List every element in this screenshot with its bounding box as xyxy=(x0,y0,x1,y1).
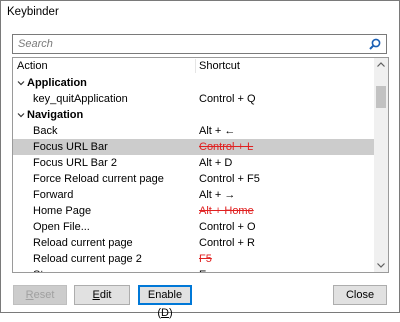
shortcut-conflict: Alt + Home xyxy=(199,205,254,217)
action-name: Force Reload current page xyxy=(33,173,164,185)
reset-mnemonic: R xyxy=(25,289,34,301)
keybinding-row[interactable]: Forward Alt + → xyxy=(13,187,375,203)
keybinding-row[interactable]: Reload current page Control + R xyxy=(13,235,375,251)
search-icon[interactable] xyxy=(368,37,382,51)
edit-label-rest: dit xyxy=(99,289,112,301)
shortcut-value: Control + R xyxy=(199,237,255,249)
chevron-down-icon[interactable] xyxy=(17,79,25,87)
keybinding-row[interactable]: St... E... xyxy=(13,267,375,272)
keybinding-row[interactable]: Home Page Alt + Home xyxy=(13,203,375,219)
action-name: Home Page xyxy=(33,205,92,217)
window-title: Keybinder xyxy=(7,6,59,18)
keybinder-window: Keybinder Search Action Shortcut Applica… xyxy=(0,0,400,319)
keybinding-row[interactable]: Back Alt + ← xyxy=(13,123,375,139)
shortcut-conflict: Control + L xyxy=(199,141,254,153)
action-name: Reload current page xyxy=(33,237,133,249)
keybinding-tree[interactable]: Action Shortcut Application key_quitAppli… xyxy=(12,57,389,273)
keybinding-row[interactable]: key_quitApplication Control + Q xyxy=(13,91,375,107)
column-separator[interactable] xyxy=(195,59,196,73)
close-label: Close xyxy=(345,289,375,301)
edit-mnemonic: E xyxy=(92,289,100,301)
shortcut-value: Control + F5 xyxy=(199,173,260,185)
shortcut-conflict: F5 xyxy=(199,253,212,265)
tree-header: Action Shortcut xyxy=(13,58,373,74)
shortcut-value: Control + Q xyxy=(199,93,256,105)
shortcut-value: Alt + D xyxy=(199,157,233,169)
vertical-scrollbar[interactable] xyxy=(374,58,388,272)
keybinding-row[interactable]: Reload current page 2 F5 xyxy=(13,251,375,267)
search-input[interactable]: Search xyxy=(12,34,387,54)
shortcut-value: Control + O xyxy=(199,221,256,233)
scroll-down-arrow-icon[interactable] xyxy=(374,258,388,272)
reset-button[interactable]: Reset xyxy=(13,285,67,305)
action-name: Reload current page 2 xyxy=(33,253,142,265)
category-row[interactable]: Application xyxy=(13,75,375,91)
enable-label-post: ) xyxy=(168,307,173,319)
action-name: Open File... xyxy=(33,221,90,233)
chevron-down-icon[interactable] xyxy=(17,111,25,119)
action-name: St... xyxy=(33,269,53,272)
action-name: Back xyxy=(33,125,58,137)
edit-button[interactable]: Edit xyxy=(74,285,130,305)
action-name: Forward xyxy=(33,189,74,201)
enable-mnemonic: D xyxy=(161,307,169,319)
reset-label-rest: eset xyxy=(33,289,55,301)
shortcut-value: Alt + → xyxy=(199,189,236,201)
enable-button[interactable]: Enable (D) xyxy=(138,285,192,319)
keybinding-row[interactable]: Open File... Control + O xyxy=(13,219,375,235)
scroll-up-arrow-icon[interactable] xyxy=(374,58,388,72)
action-name: key_quitApplication xyxy=(33,93,128,105)
close-button[interactable]: Close xyxy=(333,285,387,305)
shortcut-value: Alt + ← xyxy=(199,125,236,137)
search-placeholder: Search xyxy=(18,38,53,50)
action-name: Focus URL Bar xyxy=(33,141,108,153)
shortcut-value: E... xyxy=(199,269,216,272)
category-row[interactable]: Navigation xyxy=(13,107,375,123)
keybinding-row[interactable]: Focus URL Bar Control + L xyxy=(13,139,375,155)
category-label: Navigation xyxy=(27,109,84,121)
column-header-shortcut[interactable]: Shortcut xyxy=(199,60,240,72)
category-label: Application xyxy=(27,77,87,89)
tree-rows: Application key_quitApplication Control + … xyxy=(13,75,375,272)
scroll-thumb[interactable] xyxy=(376,86,386,108)
title-bar: Keybinder xyxy=(1,1,399,25)
column-header-action[interactable]: Action xyxy=(17,60,48,72)
keybinding-row[interactable]: Focus URL Bar 2 Alt + D xyxy=(13,155,375,171)
keybinding-row[interactable]: Force Reload current page Control + F5 xyxy=(13,171,375,187)
action-name: Focus URL Bar 2 xyxy=(33,157,117,169)
